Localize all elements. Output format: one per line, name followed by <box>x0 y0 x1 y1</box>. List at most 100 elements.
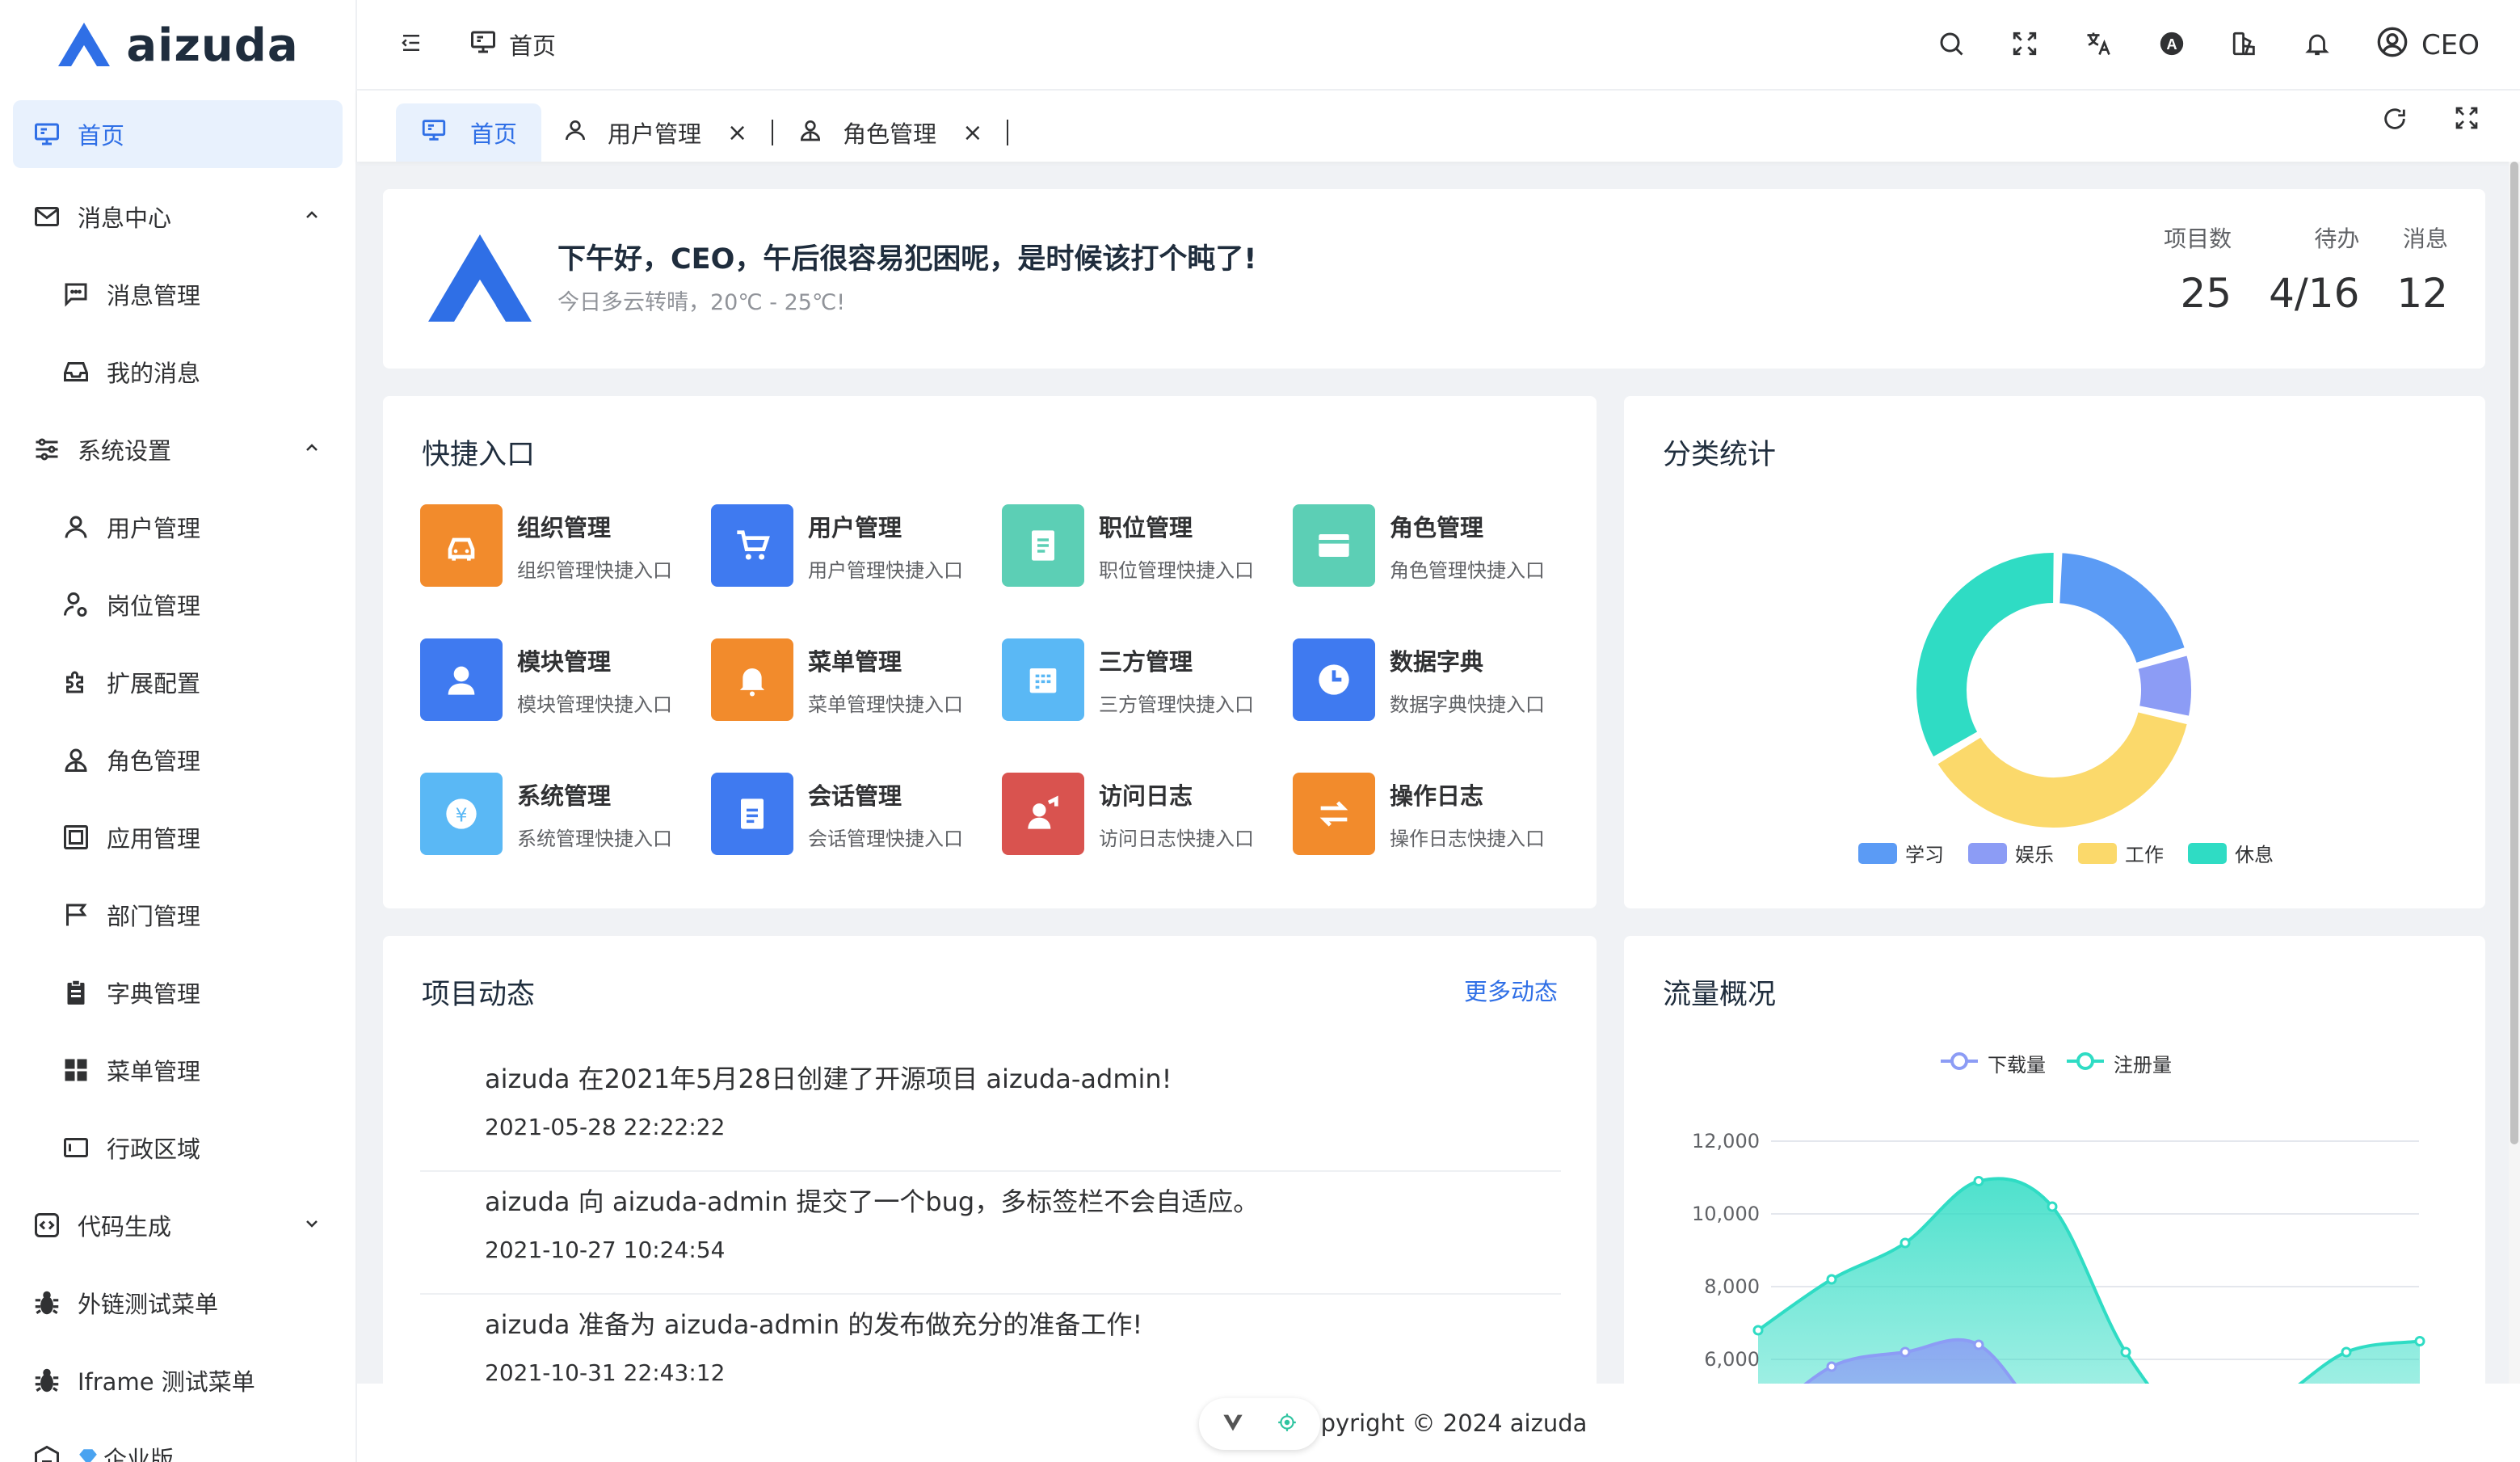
data-point[interactable] <box>2120 1346 2131 1358</box>
fullscreen-icon[interactable] <box>2454 105 2480 136</box>
donut-slice[interactable] <box>1913 550 2057 760</box>
page-scrollbar[interactable] <box>2509 162 2520 1384</box>
list-item: aizuda 在2021年5月28日创建了开源项目 aizuda-admin! … <box>420 1049 1561 1172</box>
sidebar-item-label: 行政区域 <box>107 1135 201 1163</box>
data-point[interactable] <box>1752 1325 1764 1336</box>
quick-entry-desc: 访问日志快捷入口 <box>1099 827 1254 850</box>
breadcrumb[interactable]: 首页 <box>469 27 556 62</box>
quick-entry-item[interactable]: 职位管理 职位管理快捷入口 <box>1002 504 1293 587</box>
y-tick-label: 6,000 <box>1704 1348 1760 1371</box>
close-icon[interactable]: × <box>962 119 982 147</box>
sidebar-item-app-manage[interactable]: 应用管理 <box>0 798 355 876</box>
clipboard-icon <box>60 976 92 1009</box>
tab-role-manage[interactable]: 角色管理 × <box>776 103 1003 162</box>
sidebar-item-message-manage[interactable]: 消息管理 <box>0 255 355 333</box>
data-point[interactable] <box>2341 1346 2352 1358</box>
top-header: 首页 A CEO <box>357 0 2520 91</box>
stat-value: 25 <box>2180 270 2232 317</box>
sidebar-item-code-gen[interactable]: 代码生成 <box>0 1186 355 1264</box>
legend-item[interactable]: 休息 <box>2188 839 2274 867</box>
legend-item[interactable]: 工作 <box>2078 839 2164 867</box>
role-icon <box>60 744 92 776</box>
quick-entry-item[interactable]: 访问日志 访问日志快捷入口 <box>1002 773 1293 855</box>
sidebar-item-external-link[interactable]: 外链测试菜单 <box>0 1264 355 1342</box>
more-activity-link[interactable]: 更多动态 <box>1464 973 1558 1007</box>
user-name: CEO <box>2421 29 2480 61</box>
tab-separator <box>1007 120 1009 145</box>
legend-swatch <box>1968 842 2007 864</box>
monitor-icon <box>469 27 498 62</box>
data-point[interactable] <box>1973 1339 1984 1350</box>
sidebar-item-menu-manage[interactable]: 菜单管理 <box>0 1031 355 1109</box>
quick-entry-title: 系统管理 <box>517 782 612 810</box>
region-icon <box>60 1131 92 1164</box>
app-logo[interactable]: aizuda <box>0 0 355 91</box>
donut-slice[interactable] <box>2056 550 2189 667</box>
aizuda-logo-icon <box>428 234 532 322</box>
exchange-icon <box>1293 773 1375 855</box>
calendar-icon <box>1002 638 1084 721</box>
fullscreen-icon[interactable] <box>2011 30 2038 61</box>
vue-devtools-toggle[interactable] <box>1199 1398 1320 1450</box>
data-point[interactable] <box>2414 1336 2425 1346</box>
bell-icon[interactable] <box>2303 30 2331 61</box>
quick-entry-item[interactable]: ¥ 系统管理 系统管理快捷入口 <box>420 773 711 855</box>
sidebar-item-post-manage[interactable]: 岗位管理 <box>0 566 355 643</box>
quick-entry-item[interactable]: 数据字典 数据字典快捷入口 <box>1293 638 1584 721</box>
tab-home[interactable]: 首页 <box>396 103 542 162</box>
scrollbar-thumb[interactable] <box>2510 162 2518 1144</box>
close-icon[interactable]: × <box>727 119 747 147</box>
sidebar-item-dept-manage[interactable]: 部门管理 <box>0 876 355 954</box>
search-icon[interactable] <box>1937 29 1966 61</box>
sidebar-item-region[interactable]: 行政区域 <box>0 1109 355 1186</box>
refresh-icon[interactable] <box>2381 105 2409 136</box>
quick-entry-item[interactable]: 模块管理 模块管理快捷入口 <box>420 638 711 721</box>
donut-slice[interactable] <box>2135 652 2194 719</box>
translate-icon[interactable] <box>2084 29 2113 61</box>
sidebar-item-extend-config[interactable]: 扩展配置 <box>0 643 355 721</box>
legend-item[interactable]: 学习 <box>1858 839 1944 867</box>
quick-entry-title: 操作日志 <box>1390 782 1484 810</box>
quick-entry-text: 用户管理 用户管理快捷入口 <box>808 509 963 583</box>
footer: Copyright © 2024 aizuda <box>357 1384 2520 1462</box>
quick-entry-item[interactable]: 用户管理 用户管理快捷入口 <box>711 504 1002 587</box>
data-point[interactable] <box>1973 1176 1984 1186</box>
svg-text:A: A <box>2166 36 2177 53</box>
legend-label: 工作 <box>2125 844 2164 866</box>
user-menu[interactable]: CEO <box>2376 26 2480 65</box>
legend-item[interactable]: 娱乐 <box>1968 839 2054 867</box>
data-point[interactable] <box>2047 1201 2058 1212</box>
app-logo-text: aizuda <box>126 19 299 72</box>
tab-user-manage[interactable]: 用户管理 × <box>541 103 768 162</box>
collapse-menu-icon[interactable] <box>399 31 423 58</box>
sidebar-item-role-manage[interactable]: 角色管理 <box>0 721 355 798</box>
data-point[interactable] <box>1899 1237 1911 1249</box>
quick-entry-item[interactable]: 三方管理 三方管理快捷入口 <box>1002 638 1293 721</box>
theme-a-icon[interactable]: A <box>2158 30 2186 61</box>
sidebar-item-label: 我的消息 <box>107 360 201 387</box>
quick-entry-item[interactable]: 组织管理 组织管理快捷入口 <box>420 504 711 587</box>
sidebar-item-enterprise[interactable]: 企业版 <box>0 1419 355 1462</box>
sidebar-item-system-settings[interactable]: 系统设置 <box>0 411 355 488</box>
quick-entry-item[interactable]: 角色管理 角色管理快捷入口 <box>1293 504 1584 587</box>
stat-value: 4/16 <box>2269 270 2360 317</box>
stat-value: 12 <box>2396 270 2448 317</box>
sidebar-item-my-messages[interactable]: 我的消息 <box>0 333 355 411</box>
quick-entry-item[interactable]: 会话管理 会话管理快捷入口 <box>711 773 1002 855</box>
quick-entry-item[interactable]: 操作日志 操作日志快捷入口 <box>1293 773 1584 855</box>
sidebar-item-dict-manage[interactable]: 字典管理 <box>0 954 355 1031</box>
palette-icon[interactable] <box>2231 30 2258 61</box>
tab-label: 角色管理 <box>843 120 937 148</box>
sidebar-item-user-manage[interactable]: 用户管理 <box>0 488 355 566</box>
data-point[interactable] <box>1899 1346 1911 1358</box>
sidebar-item-home[interactable]: 首页 <box>13 100 343 168</box>
legend-label: 学习 <box>1905 844 1944 866</box>
quick-entry-item[interactable]: 菜单管理 菜单管理快捷入口 <box>711 638 1002 721</box>
quick-entry-title: 用户管理 <box>808 513 902 541</box>
data-point[interactable] <box>1826 1274 1837 1285</box>
data-point[interactable] <box>1826 1361 1837 1372</box>
quick-entry-card: 快捷入口 组织管理 组织管理快捷入口 用户管理 用户管理快捷入口 职位管理 职位管理快捷入… <box>383 396 1597 908</box>
quick-entry-title: 快捷入口 <box>422 439 536 471</box>
sidebar-item-iframe[interactable]: Iframe 测试菜单 <box>0 1342 355 1419</box>
sidebar-item-message-center[interactable]: 消息中心 <box>0 178 355 255</box>
